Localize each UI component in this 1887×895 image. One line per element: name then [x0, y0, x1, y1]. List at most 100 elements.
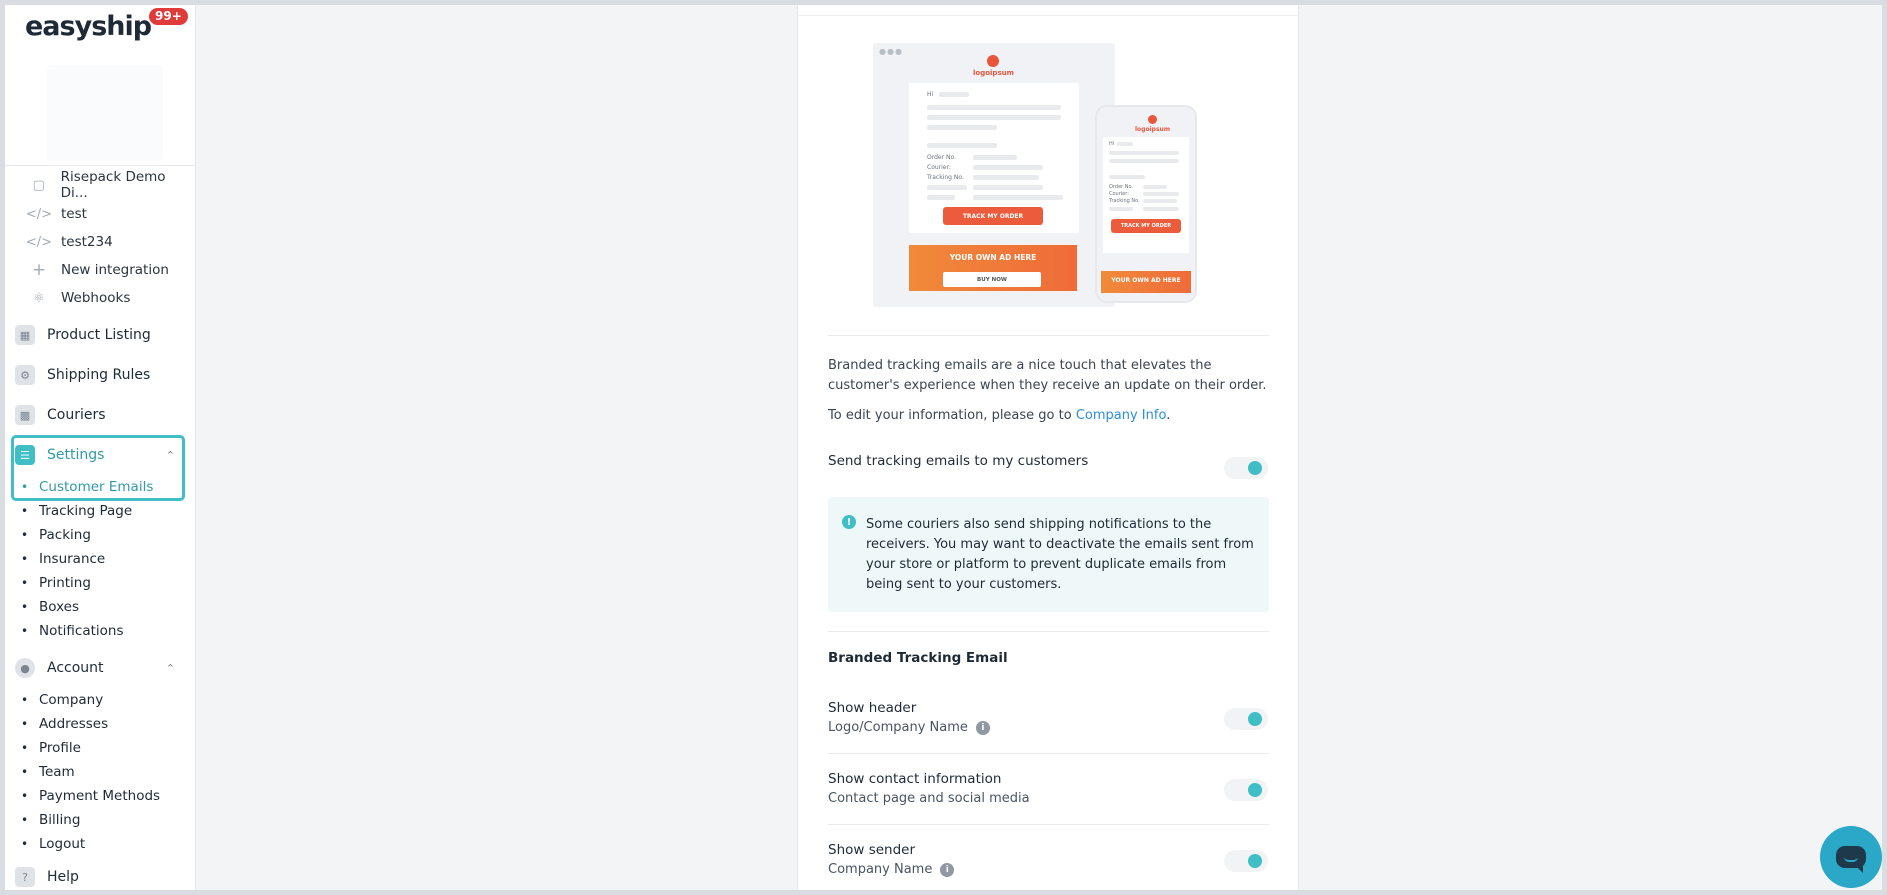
sidebar-item-couriers[interactable]: ▩ Couriers	[15, 401, 185, 429]
sidebar-item-test[interactable]: </> test	[25, 203, 87, 225]
desktop-email-mockup: ●●● logoipsum Hi Order No. Courier: Trac…	[873, 43, 1115, 307]
branded-email-title: Branded Tracking Email	[828, 650, 1008, 666]
sidebar-item-label: Webhooks	[61, 290, 131, 306]
shipping-rules-icon: ⚙	[15, 365, 35, 385]
toggle-knob	[1248, 712, 1262, 726]
mobile-email-mockup: logoipsum Hi Order No. Courier: Tracking…	[1095, 105, 1197, 303]
company-info-link[interactable]: Company Info	[1076, 408, 1166, 423]
sidebar-item-new-integration[interactable]: + New integration	[25, 259, 169, 281]
mobile-email-body: Hi Order No. Courier: Tracking No. TRACK…	[1103, 137, 1189, 253]
show-header-sub: Logo/Company Name i	[828, 720, 990, 735]
chat-icon	[1836, 846, 1866, 873]
show-contact-sub-text: Contact page and social media	[828, 791, 1030, 806]
sidebar-item-label: Account	[47, 660, 104, 676]
chevron-up-icon[interactable]: ⌃	[166, 662, 175, 675]
account-payment-methods[interactable]: Payment Methods	[21, 786, 160, 806]
courier-notice: ! Some couriers also send shipping notif…	[828, 497, 1269, 612]
settings-icon: ☰	[15, 445, 35, 465]
sidebar-item-label: Product Listing	[47, 327, 151, 343]
sidebar: easyship 99+ ▢ Risepack Demo Di... </> t…	[5, 5, 196, 890]
preview-buy-now: BUY NOW	[943, 272, 1041, 287]
notification-badge[interactable]: 99+	[149, 8, 188, 25]
preview-ad-text: YOUR OWN AD HERE	[949, 253, 1037, 262]
account-profile[interactable]: Profile	[21, 738, 81, 758]
settings-boxes[interactable]: Boxes	[21, 597, 79, 617]
preview-tracking-no: Tracking No.	[927, 174, 964, 181]
webhook-icon: ⚛	[33, 290, 45, 306]
logo-mark-icon	[1148, 115, 1158, 124]
truck-icon: ▩	[15, 405, 35, 425]
show-sender-sub: Company Name i	[828, 862, 955, 877]
bag-icon: ▢	[32, 177, 45, 193]
settings-customer-emails[interactable]: Customer Emails	[21, 477, 153, 497]
sidebar-item-test234[interactable]: </> test234	[25, 231, 113, 253]
account-billing[interactable]: Billing	[21, 810, 80, 830]
email-preview-illustration: ●●● logoipsum Hi Order No. Courier: Trac…	[873, 43, 1218, 308]
app-frame: easyship 99+ ▢ Risepack Demo Di... </> t…	[5, 5, 1882, 890]
sidebar-item-label: test234	[61, 234, 113, 250]
settings-notifications[interactable]: Notifications	[21, 621, 124, 641]
info-icon[interactable]: i	[940, 862, 955, 877]
settings-tracking-page[interactable]: Tracking Page	[21, 501, 132, 521]
preview-courier: Courier:	[927, 164, 951, 171]
row-divider	[828, 824, 1269, 825]
intro-text: Branded tracking emails are a nice touch…	[828, 358, 1267, 393]
toggle-knob	[1248, 854, 1262, 868]
chat-support-button[interactable]	[1820, 826, 1882, 888]
show-sender-toggle[interactable]	[1224, 850, 1268, 872]
phone-track-button: TRACK MY ORDER	[1111, 219, 1181, 233]
phone-tracking-no: Tracking No.	[1109, 198, 1140, 204]
store-avatar	[47, 65, 163, 161]
show-contact-label: Show contact information	[828, 771, 1002, 787]
sidebar-divider	[5, 165, 196, 166]
show-sender-sub-text: Company Name	[828, 862, 933, 877]
settings-insurance[interactable]: Insurance	[21, 549, 105, 569]
show-header-label: Show header	[828, 700, 917, 716]
easyship-logo[interactable]: easyship	[25, 11, 152, 42]
notice-text: Some couriers also send shipping notific…	[866, 517, 1254, 592]
edit-info-text: To edit your information, please go to C…	[828, 406, 1268, 426]
show-header-toggle[interactable]	[1224, 708, 1268, 730]
preview-logo: logoipsum	[973, 55, 1014, 77]
sidebar-item-account[interactable]: ● Account ⌃	[15, 654, 185, 682]
show-contact-toggle[interactable]	[1224, 779, 1268, 801]
window-dots: ●●●	[879, 47, 903, 56]
phone-greeting: Hi	[1109, 141, 1115, 147]
help-icon: ?	[15, 867, 35, 887]
sidebar-item-help[interactable]: ? Help	[15, 863, 185, 890]
preview-track-button: TRACK MY ORDER	[943, 207, 1043, 225]
sidebar-item-label: Risepack Demo Di...	[60, 169, 166, 201]
account-team[interactable]: Team	[21, 762, 75, 782]
send-tracking-toggle[interactable]	[1224, 457, 1268, 479]
account-addresses[interactable]: Addresses	[21, 714, 108, 734]
sidebar-item-webhooks[interactable]: ⚛ Webhooks	[25, 287, 130, 309]
settings-printing[interactable]: Printing	[21, 573, 91, 593]
product-listing-icon: ▦	[15, 325, 35, 345]
desktop-email-body: Hi Order No. Courier: Tracking No. TRACK…	[909, 83, 1079, 233]
account-company[interactable]: Company	[21, 690, 103, 710]
customer-emails-card: ●●● logoipsum Hi Order No. Courier: Trac…	[797, 5, 1299, 890]
sidebar-item-shipping-rules[interactable]: ⚙ Shipping Rules	[15, 361, 185, 389]
edit-info-prefix: To edit your information, please go to	[828, 408, 1076, 423]
toggle-knob	[1248, 461, 1262, 475]
send-tracking-label: Send tracking emails to my customers	[828, 453, 1089, 469]
sidebar-item-label: Couriers	[47, 407, 106, 423]
sidebar-item-label: test	[61, 206, 87, 222]
section-divider	[828, 335, 1269, 336]
show-contact-sub: Contact page and social media	[828, 791, 1030, 806]
show-header-sub-text: Logo/Company Name	[828, 720, 968, 735]
info-icon[interactable]: i	[975, 720, 990, 735]
row-divider	[828, 753, 1269, 754]
preview-logo-text: logoipsum	[973, 69, 1014, 77]
sidebar-item-settings[interactable]: ☰ Settings ⌃	[15, 441, 185, 469]
chevron-up-icon[interactable]: ⌃	[166, 449, 175, 462]
card-divider	[798, 15, 1298, 16]
settings-packing[interactable]: Packing	[21, 525, 91, 545]
account-logout[interactable]: Logout	[21, 834, 85, 854]
sidebar-item-product-listing[interactable]: ▦ Product Listing	[15, 321, 185, 349]
preview-order-no: Order No.	[927, 154, 956, 161]
phone-logo-text: logoipsum	[1135, 126, 1171, 133]
edit-info-suffix: .	[1166, 408, 1171, 423]
sidebar-item-risepack[interactable]: ▢ Risepack Demo Di...	[25, 169, 195, 201]
logo-mark-icon	[987, 55, 1000, 67]
